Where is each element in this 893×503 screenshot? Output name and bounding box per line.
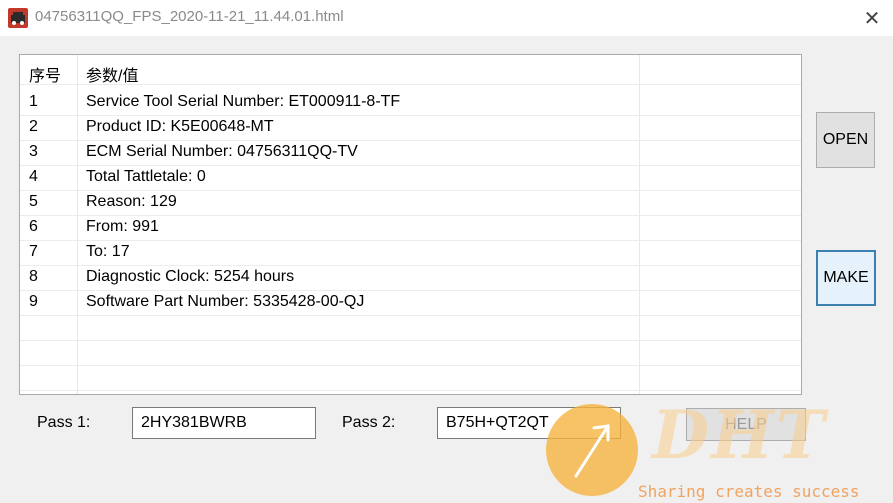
row-value: Product ID: K5E00648-MT [86, 118, 274, 135]
table-row[interactable]: 6 From: 991 [20, 215, 801, 241]
empty-row [20, 315, 801, 341]
close-button[interactable]: ✕ [853, 2, 891, 34]
empty-row [20, 365, 801, 391]
list-header: 序号 参数/值 [20, 59, 801, 85]
dialog-body: 序号 参数/值 1 Service Tool Serial Number: ET… [0, 36, 893, 503]
pass2-label: Pass 2: [342, 414, 396, 431]
row-index: 7 [29, 243, 38, 260]
table-row[interactable]: 2 Product ID: K5E00648-MT [20, 115, 801, 141]
table-row[interactable]: 3 ECM Serial Number: 04756311QQ-TV [20, 140, 801, 166]
row-value: Diagnostic Clock: 5254 hours [86, 268, 295, 285]
row-value: Service Tool Serial Number: ET000911-8-T… [86, 93, 401, 110]
pass1-label: Pass 1: [37, 414, 91, 431]
row-value: To: 17 [86, 243, 130, 260]
parameter-list[interactable]: 序号 参数/值 1 Service Tool Serial Number: ET… [19, 54, 802, 395]
row-value: Software Part Number: 5335428-00-QJ [86, 293, 365, 310]
make-button[interactable]: MAKE [816, 250, 876, 306]
watermark-slogan: Sharing creates success [638, 482, 860, 501]
row-index: 9 [29, 293, 38, 310]
row-index: 3 [29, 143, 38, 160]
row-value: From: 991 [86, 218, 159, 235]
header-index[interactable]: 序号 [29, 62, 61, 86]
table-row[interactable]: 7 To: 17 [20, 240, 801, 266]
row-index: 1 [29, 93, 38, 110]
table-row[interactable]: 5 Reason: 129 [20, 190, 801, 216]
window-title: 04756311QQ_FPS_2020-11-21_11.44.01.html [35, 8, 344, 25]
row-index: 2 [29, 118, 38, 135]
app-icon [8, 8, 28, 28]
table-row[interactable]: 8 Diagnostic Clock: 5254 hours [20, 265, 801, 291]
row-index: 4 [29, 168, 38, 185]
row-index: 5 [29, 193, 38, 210]
row-value: Reason: 129 [86, 193, 177, 210]
pass1-field[interactable]: 2HY381BWRB [132, 407, 316, 439]
header-param-value[interactable]: 参数/值 [86, 62, 138, 86]
row-value: Total Tattletale: 0 [86, 168, 206, 185]
title-bar: 04756311QQ_FPS_2020-11-21_11.44.01.html … [0, 0, 893, 36]
open-button[interactable]: OPEN [816, 112, 875, 168]
watermark-badge [546, 404, 638, 496]
table-row[interactable]: 9 Software Part Number: 5335428-00-QJ [20, 290, 801, 316]
row-value: ECM Serial Number: 04756311QQ-TV [86, 143, 358, 160]
table-row[interactable]: 4 Total Tattletale: 0 [20, 165, 801, 191]
watermark-logo: DHT [652, 396, 827, 474]
empty-row [20, 340, 801, 366]
row-index: 6 [29, 218, 38, 235]
close-icon: ✕ [863, 7, 881, 30]
row-index: 8 [29, 268, 38, 285]
arrow-icon [574, 424, 610, 478]
table-row[interactable]: 1 Service Tool Serial Number: ET000911-8… [20, 90, 801, 116]
